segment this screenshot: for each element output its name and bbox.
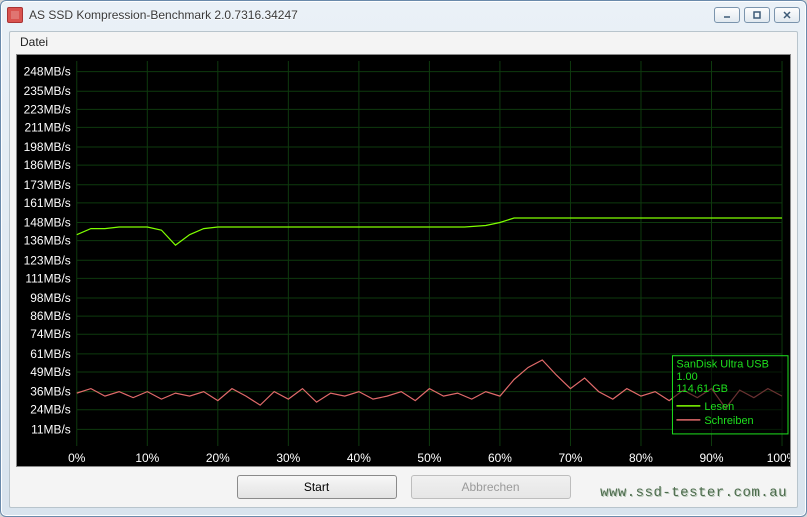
svg-text:136MB/s: 136MB/s xyxy=(24,234,71,248)
svg-text:Schreiben: Schreiben xyxy=(704,415,753,427)
svg-text:114,61 GB: 114,61 GB xyxy=(676,383,728,395)
svg-text:10%: 10% xyxy=(135,451,159,465)
svg-text:1.00: 1.00 xyxy=(676,371,697,383)
window-controls xyxy=(714,7,800,23)
svg-text:Lesen: Lesen xyxy=(704,401,734,413)
start-button[interactable]: Start xyxy=(237,475,397,499)
watermark: www.ssd-tester.com.au xyxy=(600,485,787,501)
menu-bar: Datei xyxy=(10,32,797,54)
svg-text:30%: 30% xyxy=(276,451,300,465)
app-icon xyxy=(7,7,23,23)
chart: 11MB/s 24MB/s 36MB/s 49MB/s 61MB/s 74MB/s 86MB… xyxy=(16,54,791,467)
minimize-button[interactable] xyxy=(714,7,740,23)
svg-text:60%: 60% xyxy=(488,451,512,465)
svg-text:0%: 0% xyxy=(68,451,86,465)
svg-text:148MB/s: 148MB/s xyxy=(24,216,71,230)
svg-text:80%: 80% xyxy=(629,451,653,465)
svg-text:SanDisk Ultra USB: SanDisk Ultra USB xyxy=(676,359,769,371)
svg-text:98MB/s: 98MB/s xyxy=(30,291,71,305)
svg-text:235MB/s: 235MB/s xyxy=(24,84,71,98)
svg-text:36MB/s: 36MB/s xyxy=(30,385,71,399)
svg-text:90%: 90% xyxy=(700,451,724,465)
menu-file[interactable]: Datei xyxy=(20,35,48,49)
svg-text:74MB/s: 74MB/s xyxy=(30,327,71,341)
svg-text:248MB/s: 248MB/s xyxy=(24,65,71,79)
svg-text:173MB/s: 173MB/s xyxy=(24,178,71,192)
svg-text:223MB/s: 223MB/s xyxy=(24,102,71,116)
app-window: AS SSD Kompression-Benchmark 2.0.7316.34… xyxy=(0,0,807,517)
svg-text:50%: 50% xyxy=(417,451,441,465)
client-area: Datei 11MB/s 24MB/s 36MB/s 49MB/s 61MB/s 74MB… xyxy=(9,31,798,508)
svg-text:49MB/s: 49MB/s xyxy=(30,365,71,379)
svg-text:161MB/s: 161MB/s xyxy=(24,196,71,210)
svg-text:20%: 20% xyxy=(206,451,230,465)
svg-text:24MB/s: 24MB/s xyxy=(30,403,71,417)
cancel-button: Abbrechen xyxy=(411,475,571,499)
titlebar: AS SSD Kompression-Benchmark 2.0.7316.34… xyxy=(1,1,806,29)
svg-text:100%: 100% xyxy=(767,451,790,465)
close-button[interactable] xyxy=(774,7,800,23)
svg-text:11MB/s: 11MB/s xyxy=(31,422,71,436)
svg-text:86MB/s: 86MB/s xyxy=(30,309,71,323)
svg-text:211MB/s: 211MB/s xyxy=(25,120,71,134)
svg-text:123MB/s: 123MB/s xyxy=(24,253,71,267)
svg-text:198MB/s: 198MB/s xyxy=(24,140,71,154)
svg-text:70%: 70% xyxy=(558,451,582,465)
svg-text:61MB/s: 61MB/s xyxy=(30,347,71,361)
svg-text:186MB/s: 186MB/s xyxy=(24,158,71,172)
svg-text:111MB/s: 111MB/s xyxy=(25,271,70,285)
svg-text:40%: 40% xyxy=(347,451,371,465)
window-title: AS SSD Kompression-Benchmark 2.0.7316.34… xyxy=(29,8,714,22)
maximize-button[interactable] xyxy=(744,7,770,23)
chart-svg: 11MB/s 24MB/s 36MB/s 49MB/s 61MB/s 74MB/s 86MB… xyxy=(17,55,790,466)
